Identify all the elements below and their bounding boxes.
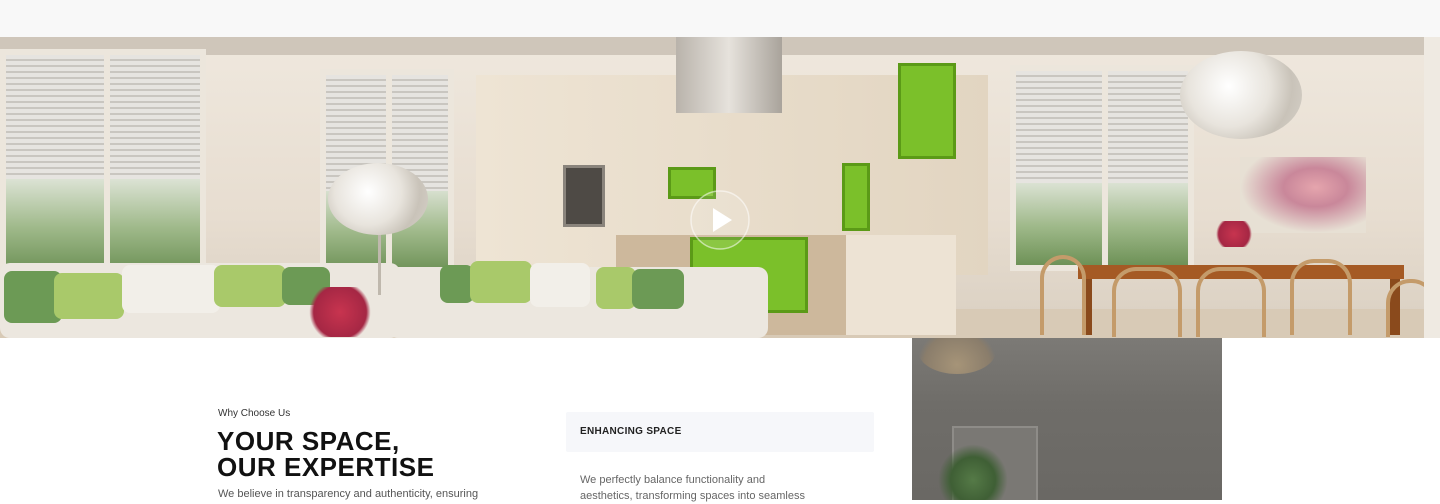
- flower-plant: [304, 287, 376, 337]
- kitchen-counter: [846, 235, 956, 335]
- section-lead-text: We believe in transparency and authentic…: [218, 488, 479, 500]
- section-title-line: OUR EXPERTISE: [217, 452, 435, 482]
- cushion: [122, 265, 220, 313]
- interior-photo: [912, 338, 1222, 500]
- feature-card[interactable]: ENHANCING SPACE: [566, 412, 874, 452]
- feature-card-text-line: aesthetics, transforming spaces into sea…: [580, 490, 805, 502]
- wall-oven: [563, 165, 605, 227]
- section-title: YOUR SPACE, OUR EXPERTISE: [217, 428, 434, 480]
- window-right: [1010, 65, 1194, 271]
- cushion: [596, 267, 636, 309]
- section-eyebrow: Why Choose Us: [218, 408, 291, 419]
- floor-lamp-shade: [328, 163, 428, 235]
- wall-edge: [1424, 37, 1440, 338]
- cushion: [470, 261, 532, 303]
- feature-card-text-line: We perfectly balance functionality and: [580, 474, 766, 486]
- dining-chair: [1112, 267, 1182, 337]
- dining-chair: [1196, 267, 1266, 337]
- table-flowers: [1212, 221, 1256, 247]
- hero-banner: [0, 37, 1440, 338]
- cushion: [440, 265, 474, 303]
- top-navigation-bar: [0, 0, 1440, 37]
- cushion: [632, 269, 684, 309]
- potted-plant: [938, 444, 1008, 500]
- video-play-button[interactable]: [689, 189, 751, 251]
- section-title-line: YOUR SPACE,: [217, 426, 400, 456]
- green-shelf-side: [842, 163, 870, 231]
- pendant-lamp: [918, 338, 996, 374]
- window-left: [0, 49, 206, 277]
- cushion: [214, 265, 286, 307]
- dining-chair: [1040, 255, 1086, 335]
- play-icon: [690, 190, 750, 250]
- feature-card-text: We perfectly balance functionality and a…: [580, 472, 880, 504]
- feature-card-label: ENHANCING SPACE: [580, 426, 682, 437]
- pendant-lamp: [1180, 51, 1302, 139]
- cushion: [54, 273, 124, 319]
- wall-artwork: [1240, 157, 1366, 233]
- green-shelf-top: [898, 63, 956, 159]
- dining-chair: [1290, 259, 1352, 335]
- cushion: [530, 263, 590, 307]
- range-hood: [676, 37, 782, 113]
